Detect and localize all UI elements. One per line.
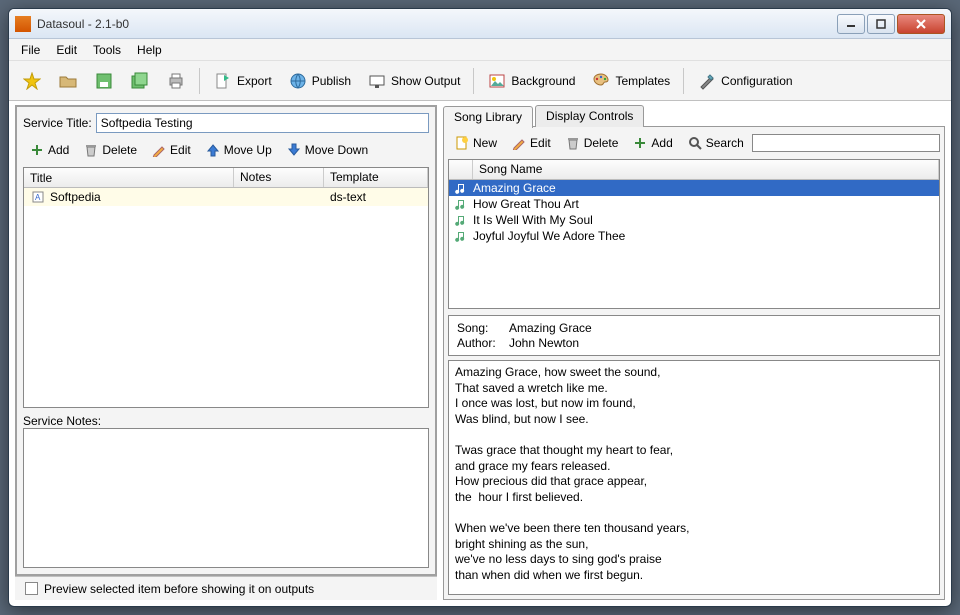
service-notes-area[interactable] bbox=[23, 428, 429, 568]
add-button[interactable]: Add bbox=[23, 139, 75, 161]
pencil-icon bbox=[511, 135, 527, 151]
author-label: Author: bbox=[457, 336, 501, 350]
song-search-label: Search bbox=[681, 132, 750, 154]
menu-edit[interactable]: Edit bbox=[50, 41, 83, 59]
globe-icon bbox=[288, 71, 308, 91]
app-window: Datasoul - 2.1-b0 File Edit Tools Help E… bbox=[8, 8, 952, 607]
song-item[interactable]: How Great Thou Art bbox=[449, 196, 939, 212]
publish-button[interactable]: Publish bbox=[281, 66, 358, 96]
palette-icon bbox=[591, 71, 611, 91]
song-library-panel: New Edit Delete Add Search Song Name Ama… bbox=[443, 126, 945, 600]
music-note-icon bbox=[453, 196, 469, 212]
tab-display-controls[interactable]: Display Controls bbox=[535, 105, 644, 127]
menu-file[interactable]: File bbox=[15, 41, 46, 59]
templates-button[interactable]: Templates bbox=[584, 66, 677, 96]
search-input[interactable] bbox=[752, 134, 940, 152]
song-new-button[interactable]: New bbox=[448, 132, 503, 154]
moveup-button[interactable]: Move Up bbox=[199, 139, 278, 161]
song-item[interactable]: It Is Well With My Soul bbox=[449, 212, 939, 228]
service-notes-label: Service Notes: bbox=[23, 414, 429, 428]
window-title: Datasoul - 2.1-b0 bbox=[37, 17, 837, 31]
service-title-input[interactable] bbox=[96, 113, 429, 133]
song-item[interactable]: Amazing Grace bbox=[449, 180, 939, 196]
movedown-button[interactable]: Move Down bbox=[280, 139, 374, 161]
col-title[interactable]: Title bbox=[24, 168, 234, 187]
plus-icon bbox=[632, 135, 648, 151]
service-panel: Service Title: Add Delete Edit Move Up M… bbox=[15, 105, 437, 576]
song-delete-button[interactable]: Delete bbox=[559, 132, 625, 154]
preview-label: Preview selected item before showing it … bbox=[44, 582, 314, 596]
show-output-button[interactable]: Show Output bbox=[360, 66, 467, 96]
song-edit-button[interactable]: Edit bbox=[505, 132, 557, 154]
edit-button[interactable]: Edit bbox=[145, 139, 197, 161]
col-template[interactable]: Template bbox=[324, 168, 428, 187]
author-value: John Newton bbox=[509, 336, 579, 350]
trash-icon bbox=[565, 135, 581, 151]
song-meta: Song: Amazing Grace Author: John Newton bbox=[448, 315, 940, 356]
toolbar-save-icon[interactable] bbox=[87, 66, 121, 96]
tab-song-library[interactable]: Song Library bbox=[443, 106, 533, 128]
plus-icon bbox=[29, 142, 45, 158]
lyrics-textarea[interactable]: Amazing Grace, how sweet the sound, That… bbox=[448, 360, 940, 595]
music-note-icon bbox=[453, 212, 469, 228]
music-note-icon bbox=[453, 180, 469, 196]
save-icon bbox=[94, 71, 114, 91]
background-button[interactable]: Background bbox=[480, 66, 582, 96]
footer: Preview selected item before showing it … bbox=[15, 576, 437, 600]
search-icon bbox=[687, 135, 703, 151]
arrow-down-icon bbox=[286, 142, 302, 158]
print-icon bbox=[166, 71, 186, 91]
close-button[interactable] bbox=[897, 14, 945, 34]
table-row[interactable]: ASoftpedia ds-text bbox=[24, 188, 428, 206]
menu-tools[interactable]: Tools bbox=[87, 41, 127, 59]
maximize-button[interactable] bbox=[867, 14, 895, 34]
song-list[interactable]: Song Name Amazing GraceHow Great Thou Ar… bbox=[448, 159, 940, 309]
trash-icon bbox=[83, 142, 99, 158]
service-table[interactable]: Title Notes Template ASoftpedia ds-text bbox=[23, 167, 429, 408]
folder-open-icon bbox=[58, 71, 78, 91]
new-file-icon bbox=[454, 135, 470, 151]
song-item[interactable]: Joyful Joyful We Adore Thee bbox=[449, 228, 939, 244]
song-label: Song: bbox=[457, 321, 501, 335]
service-title-label: Service Title: bbox=[23, 116, 92, 130]
preview-checkbox[interactable] bbox=[25, 582, 38, 595]
configuration-button[interactable]: Configuration bbox=[690, 66, 799, 96]
text-item-icon: A bbox=[30, 189, 46, 205]
menubar: File Edit Tools Help bbox=[9, 39, 951, 61]
col-song-name[interactable]: Song Name bbox=[473, 160, 939, 179]
tools-icon bbox=[697, 71, 717, 91]
projector-icon bbox=[367, 71, 387, 91]
song-add-button[interactable]: Add bbox=[626, 132, 678, 154]
image-icon bbox=[487, 71, 507, 91]
tabstrip: Song Library Display Controls bbox=[443, 105, 945, 127]
music-note-icon bbox=[453, 228, 469, 244]
main-toolbar: Export Publish Show Output Background Te… bbox=[9, 61, 951, 101]
svg-text:A: A bbox=[35, 193, 41, 202]
arrow-up-icon bbox=[205, 142, 221, 158]
toolbar-new-icon[interactable] bbox=[15, 66, 49, 96]
app-icon bbox=[15, 16, 31, 32]
minimize-button[interactable] bbox=[837, 14, 865, 34]
star-icon bbox=[22, 71, 42, 91]
titlebar[interactable]: Datasoul - 2.1-b0 bbox=[9, 9, 951, 39]
save-all-icon bbox=[130, 71, 150, 91]
toolbar-print-icon[interactable] bbox=[159, 66, 193, 96]
toolbar-saveall-icon[interactable] bbox=[123, 66, 157, 96]
export-icon bbox=[213, 71, 233, 91]
pencil-icon bbox=[151, 142, 167, 158]
export-button[interactable]: Export bbox=[206, 66, 279, 96]
toolbar-open-icon[interactable] bbox=[51, 66, 85, 96]
col-notes[interactable]: Notes bbox=[234, 168, 324, 187]
delete-button[interactable]: Delete bbox=[77, 139, 143, 161]
menu-help[interactable]: Help bbox=[131, 41, 168, 59]
song-name-value: Amazing Grace bbox=[509, 321, 592, 335]
